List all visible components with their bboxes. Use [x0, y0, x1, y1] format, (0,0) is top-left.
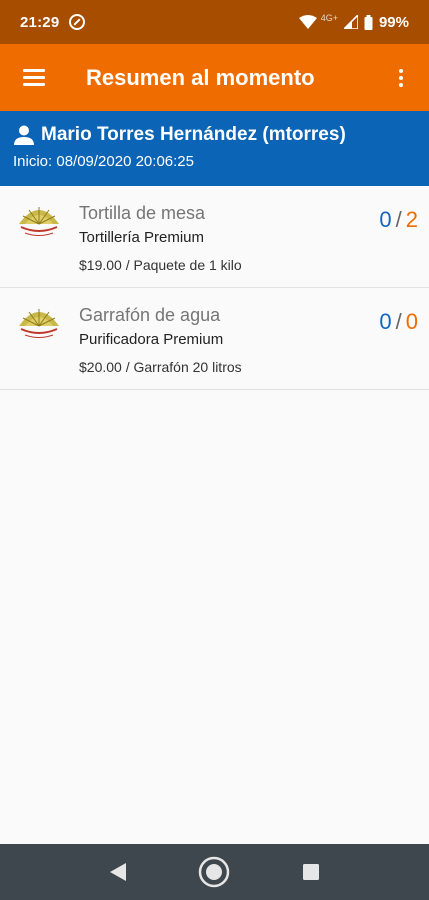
item-counts: 0/0: [379, 309, 418, 335]
count-a: 0: [379, 207, 392, 232]
vendor-logo-icon: [19, 309, 59, 338]
count-b: 2: [405, 207, 418, 232]
recents-icon[interactable]: [291, 852, 331, 892]
app-bar: Resumen al momento: [0, 44, 429, 111]
page-title: Resumen al momento: [86, 64, 315, 90]
item-price: $20.00 / Garrafón 20 litros: [79, 359, 242, 375]
user-header: Mario Torres Hernández (mtorres) Inicio:…: [0, 111, 429, 186]
list-item[interactable]: Tortilla de mesa Tortillería Premium $19…: [0, 186, 429, 288]
wifi-icon: [298, 15, 317, 29]
do-not-disturb-icon: [69, 14, 86, 30]
count-separator: /: [395, 309, 402, 334]
more-vert-icon[interactable]: [373, 44, 429, 111]
home-icon[interactable]: [194, 852, 234, 892]
item-name: Tortilla de mesa: [79, 203, 206, 223]
user-row: Mario Torres Hernández (mtorres): [13, 124, 416, 146]
menu-icon[interactable]: [0, 44, 68, 111]
signal-icon: [343, 15, 358, 29]
item-name: Garrafón de agua: [79, 305, 221, 325]
item-counts: 0/2: [379, 207, 418, 233]
count-b: 0: [405, 309, 418, 334]
count-separator: /: [395, 207, 402, 232]
item-vendor: Purificadora Premium: [79, 331, 224, 348]
item-vendor: Tortillería Premium: [79, 229, 205, 246]
vendor-logo-icon: [19, 207, 59, 236]
battery-percent: 99%: [378, 13, 409, 31]
count-a: 0: [379, 309, 392, 334]
back-icon[interactable]: [98, 852, 138, 892]
person-icon: [14, 125, 34, 145]
user-name: Mario Torres Hernández (mtorres): [41, 124, 346, 145]
session-start: Inicio: 08/09/2020 20:06:25: [13, 153, 194, 170]
item-price: $19.00 / Paquete de 1 kilo: [79, 257, 242, 273]
status-right: 4G+ 99%: [298, 13, 409, 31]
battery-icon: [364, 14, 373, 30]
product-list: Tortilla de mesa Tortillería Premium $19…: [0, 186, 429, 390]
network-type: 4G+: [320, 13, 338, 23]
status-bar: 21:29 4G+ 99%: [0, 0, 429, 44]
list-item[interactable]: Garrafón de agua Purificadora Premium $2…: [0, 288, 429, 390]
status-time: 21:29: [20, 13, 60, 31]
system-nav-bar: [0, 844, 429, 900]
